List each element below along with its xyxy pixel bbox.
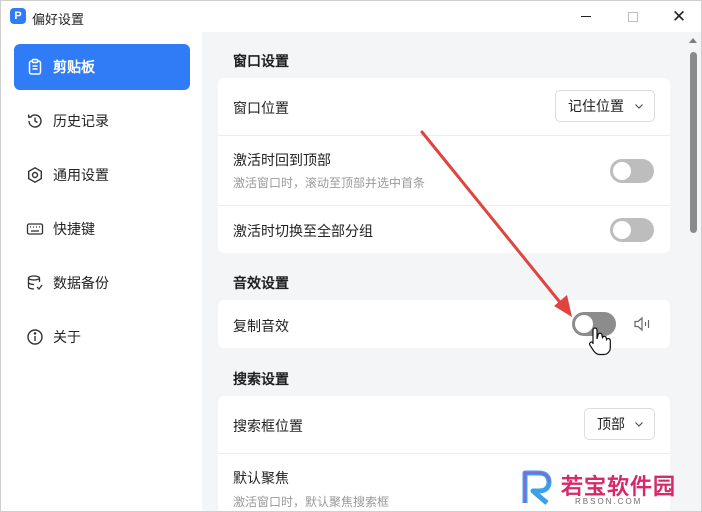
search-box-position-label: 搜索框位置 [233,418,303,434]
sidebar-item-history[interactable]: 历史记录 [14,98,190,144]
sidebar-item-label: 数据备份 [53,275,109,291]
window-settings-card: 窗口位置 记住位置 激活时回到顶部 激活窗口时，滚动至顶部并选中首条 激活时切换… [218,78,670,253]
back-to-top-description: 激活窗口时，滚动至顶部并选中首条 [233,176,426,190]
switch-group-toggle[interactable] [610,218,654,242]
speaker-icon[interactable] [633,316,653,332]
copy-sound-toggle[interactable] [572,312,616,336]
watermark-logo: 若宝软件园 RBSON.COM [517,463,687,509]
settings-icon [26,166,44,184]
window-position-value: 记住位置 [568,98,624,114]
sidebar-item-label: 快捷键 [53,221,95,237]
chevron-down-icon [635,104,643,109]
title-bar: P 偏好设置 ✕ [1,1,701,32]
setting-row-back-to-top: 激活时回到顶部 激活窗口时，滚动至顶部并选中首条 [218,136,670,205]
setting-row-switch-group: 激活时切换至全部分组 [218,206,670,253]
toggle-knob [613,221,631,239]
close-icon: ✕ [671,7,687,26]
setting-row-window-position: 窗口位置 记住位置 [218,78,670,135]
back-to-top-toggle[interactable] [610,159,654,183]
clipboard-icon [26,58,44,76]
vertical-scrollbar[interactable] [686,32,701,511]
window-position-select[interactable]: 记住位置 [555,90,655,122]
sound-settings-card: 复制音效 [218,300,670,348]
sidebar-item-backup[interactable]: 数据备份 [14,260,190,306]
section-title-window: 窗口设置 [233,53,289,69]
sidebar-item-label: 通用设置 [53,167,109,183]
minimize-button[interactable] [563,1,609,32]
copy-sound-label: 复制音效 [233,318,289,334]
keyboard-icon [26,220,44,238]
history-icon [26,112,44,130]
scroll-up-icon[interactable] [689,38,697,43]
sidebar-item-general[interactable]: 通用设置 [14,152,190,198]
minimize-icon [581,16,591,17]
sidebar-item-about[interactable]: 关于 [14,314,190,360]
section-title-search: 搜索设置 [233,371,289,387]
app-logo-icon: P [10,8,26,24]
setting-row-copy-sound: 复制音效 [218,300,670,348]
scrollbar-thumb[interactable] [690,52,697,233]
default-focus-label: 默认聚焦 [233,470,289,486]
chevron-down-icon [635,422,643,427]
back-to-top-label: 激活时回到顶部 [233,152,331,168]
search-box-position-select[interactable]: 顶部 [584,408,655,440]
sidebar-item-clipboard[interactable]: 剪贴板 [14,44,190,90]
close-button[interactable]: ✕ [656,1,701,32]
setting-row-search-box-position: 搜索框位置 顶部 [218,396,670,453]
watermark-r-icon [522,470,552,505]
switch-group-label: 激活时切换至全部分组 [233,223,373,239]
sidebar-item-shortcuts[interactable]: 快捷键 [14,206,190,252]
window-position-label: 窗口位置 [233,100,289,116]
default-focus-description: 激活窗口时，默认聚焦搜索框 [233,495,390,509]
info-icon [26,328,44,346]
preferences-window: P 偏好设置 ✕ 剪贴板 历史记录 通用设置 快捷键 数据备份 关于 窗口设置 … [0,0,702,512]
maximize-button[interactable] [610,1,656,32]
watermark-subtext: RBSON.COM [575,497,643,506]
search-box-position-value: 顶部 [597,416,625,432]
sidebar: 剪贴板 历史记录 通用设置 快捷键 数据备份 关于 [1,32,202,511]
sidebar-item-label: 历史记录 [53,113,109,129]
section-title-sound: 音效设置 [233,275,289,291]
settings-content: 窗口设置 窗口位置 记住位置 激活时回到顶部 激活窗口时，滚动至顶部并选中首条 … [202,32,686,511]
toggle-knob [613,162,631,180]
sidebar-item-label: 剪贴板 [53,59,95,75]
toggle-knob [575,315,593,333]
sidebar-item-label: 关于 [53,329,81,345]
window-title: 偏好设置 [32,12,85,27]
maximize-icon [628,11,638,22]
database-icon [26,274,44,292]
